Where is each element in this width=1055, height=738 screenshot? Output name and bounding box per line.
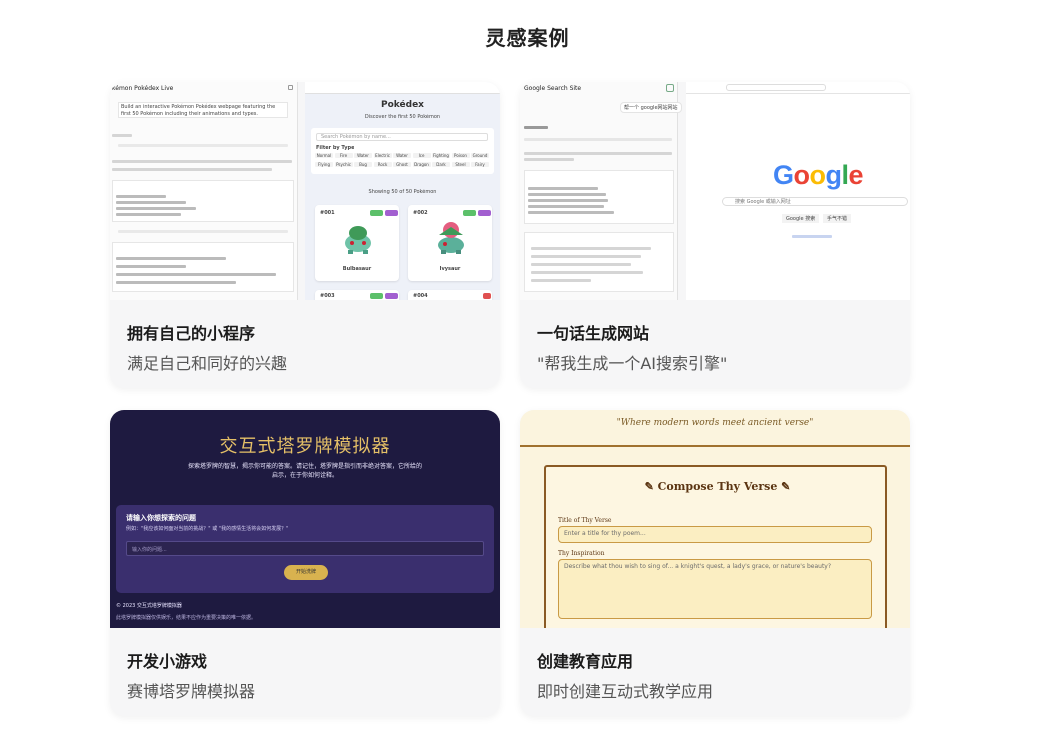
google-search-input: 搜索 Google 或输入网址 <box>722 197 908 206</box>
case-card-education[interactable]: "Where modern words meet ancient verse" … <box>520 410 910 716</box>
chat-header: Google Search Site <box>524 85 582 92</box>
inspiration-textarea: Describe what thou wish to sing of... a … <box>558 559 872 619</box>
type-chip: Steel <box>451 162 470 167</box>
type-chip: Rock <box>373 162 392 167</box>
chat-panel: Google Search Site 帮一个 google网站网站 <box>520 82 682 300</box>
preview-screenshot: kémon Pokédex Live Build an interactive … <box>110 82 500 300</box>
type-filters: Normal Fire Water Electric Water Ice Fighting P… <box>315 153 493 173</box>
inspiration-label: Thy Inspiration <box>558 550 605 557</box>
question-panel: 请输入你想探索的问题 例如："我应该如何面对当前的挑战？" 或 "我的感情生活将… <box>116 505 494 593</box>
type-chip: Flying <box>315 162 333 167</box>
type-chip: Fire <box>334 153 353 158</box>
quill-icon: ✎ <box>644 480 658 493</box>
tagline: "Where modern words meet ancient verse" <box>616 418 814 428</box>
pokemon-card: #001 Bulbasaur <box>315 205 399 281</box>
type-chip: Psychic <box>334 162 353 167</box>
code-block <box>112 242 294 292</box>
section-title: 灵感案例 <box>485 26 570 50</box>
prompt-bubble: 帮一个 google网站网站 <box>620 102 682 113</box>
quill-icon: ✎ <box>777 480 791 493</box>
type-chip: Ice <box>412 153 431 158</box>
question-hint: 例如："我应该如何面对当前的挑战？" 或 "我的感情生活将会如何发展？" <box>126 526 289 532</box>
ivysaur-sprite <box>438 222 464 254</box>
tarot-title: 交互式塔罗牌模拟器 <box>219 436 391 457</box>
pokemon-search-input: Search Pokémon by name... <box>316 133 488 141</box>
showing-count: Showing 50 of 50 Pokémon <box>368 189 437 195</box>
edit-icon <box>288 85 293 90</box>
poetry-preview: "Where modern words meet ancient verse" … <box>520 410 910 628</box>
type-chip: Water <box>354 153 372 158</box>
tarot-intro: 探索塔罗牌的智慧，揭示你可能的答案。请记住，塔罗牌是指引而非绝对答案，它所给的启… <box>188 463 422 479</box>
compose-heading: ✎ Compose Thy Verse ✎ <box>644 480 791 493</box>
tarot-footer: © 2023 交互式塔罗牌模拟器 <box>116 603 182 609</box>
card-title: 创建教育应用 <box>537 652 634 671</box>
search-filter-panel: Search Pokémon by name... Filter by Type… <box>311 128 494 174</box>
type-chip: Fairy <box>471 162 489 167</box>
pokedex-subtitle: Discover the first 50 Pokémon <box>364 114 441 120</box>
type-chip: Water <box>393 153 411 158</box>
type-chip: Bug <box>354 162 372 167</box>
type-chip: Poison <box>451 153 470 158</box>
pokemon-card: #003 <box>315 290 399 300</box>
type-chip: Ghost <box>393 162 411 167</box>
type-chip: Ground <box>471 153 489 158</box>
google-search-button: Google 搜索 <box>782 214 820 223</box>
card-title: 拥有自己的小程序 <box>127 324 256 343</box>
browser-url-bar <box>686 82 910 94</box>
google-preview <box>686 82 910 300</box>
chat-panel: kémon Pokédex Live Build an interactive … <box>110 82 298 300</box>
type-chip: Dark <box>432 162 450 167</box>
title-input: Enter a title for thy poem... <box>558 526 872 543</box>
case-card-mini-program[interactable]: kémon Pokédex Live Build an interactive … <box>110 82 500 388</box>
pokemon-card: #004 <box>408 290 492 300</box>
card-subtitle: 赛博塔罗牌模拟器 <box>127 682 256 701</box>
case-card-website[interactable]: Google Search Site 帮一个 google网站网站 Google… <box>520 82 910 388</box>
code-block <box>112 180 294 222</box>
tarot-disclaimer: 此塔罗牌模拟器仅供娱乐，结果不应作为重要决策的唯一依据。 <box>116 615 257 621</box>
type-chip: Dragon <box>412 162 431 167</box>
filter-label: Filter by Type <box>316 145 355 151</box>
code-block <box>524 170 674 224</box>
question-input: 输入你的问题... <box>126 541 484 556</box>
google-logo: Google <box>773 160 864 190</box>
lucky-button: 手气不错 <box>823 214 852 223</box>
compose-panel: ✎ Compose Thy Verse ✎ Title of Thy Verse… <box>544 465 887 628</box>
preview-screenshot: 交互式塔罗牌模拟器 探索塔罗牌的智慧，揭示你可能的答案。请记住，塔罗牌是指引而非… <box>110 410 500 628</box>
card-subtitle: 满足自己和同好的兴趣 <box>127 354 288 373</box>
preview-screenshot: Google Search Site 帮一个 google网站网站 Google… <box>520 82 910 300</box>
prompt-bubble: Build an interactive Pokémon Pokédex web… <box>118 102 288 118</box>
type-chip: Electric <box>373 153 392 158</box>
browser-url-bar <box>305 82 500 94</box>
preview-screenshot: "Where modern words meet ancient verse" … <box>520 410 910 628</box>
title-label: Title of Thy Verse <box>558 517 612 524</box>
bulbasaur-sprite <box>345 226 371 254</box>
todo-block <box>524 232 674 292</box>
card-title: 开发小游戏 <box>127 652 208 671</box>
tarot-preview: 交互式塔罗牌模拟器 探索塔罗牌的智慧，揭示你可能的答案。请记住，塔罗牌是指引而非… <box>110 410 500 628</box>
type-chip: Normal <box>315 153 333 158</box>
pokedex-title: Pokédex <box>381 100 424 110</box>
chat-header: kémon Pokédex Live <box>112 85 174 92</box>
card-subtitle: "帮我生成一个AI搜索引擎" <box>537 354 728 373</box>
edit-icon <box>666 84 674 92</box>
type-chip: Fighting <box>432 153 450 158</box>
card-subtitle: 即时创建互动式教学应用 <box>537 682 714 701</box>
shuffle-button: 开始洗牌 <box>284 565 328 580</box>
pokemon-card: #002 Ivysaur <box>408 205 492 281</box>
question-label: 请输入你想探索的问题 <box>126 514 196 522</box>
card-title: 一句话生成网站 <box>537 324 650 343</box>
pokedex-preview: Pokédex Discover the first 50 Pokémon Se… <box>305 82 500 300</box>
case-card-game[interactable]: 交互式塔罗牌模拟器 探索塔罗牌的智慧，揭示你可能的答案。请记住，塔罗牌是指引而非… <box>110 410 500 716</box>
